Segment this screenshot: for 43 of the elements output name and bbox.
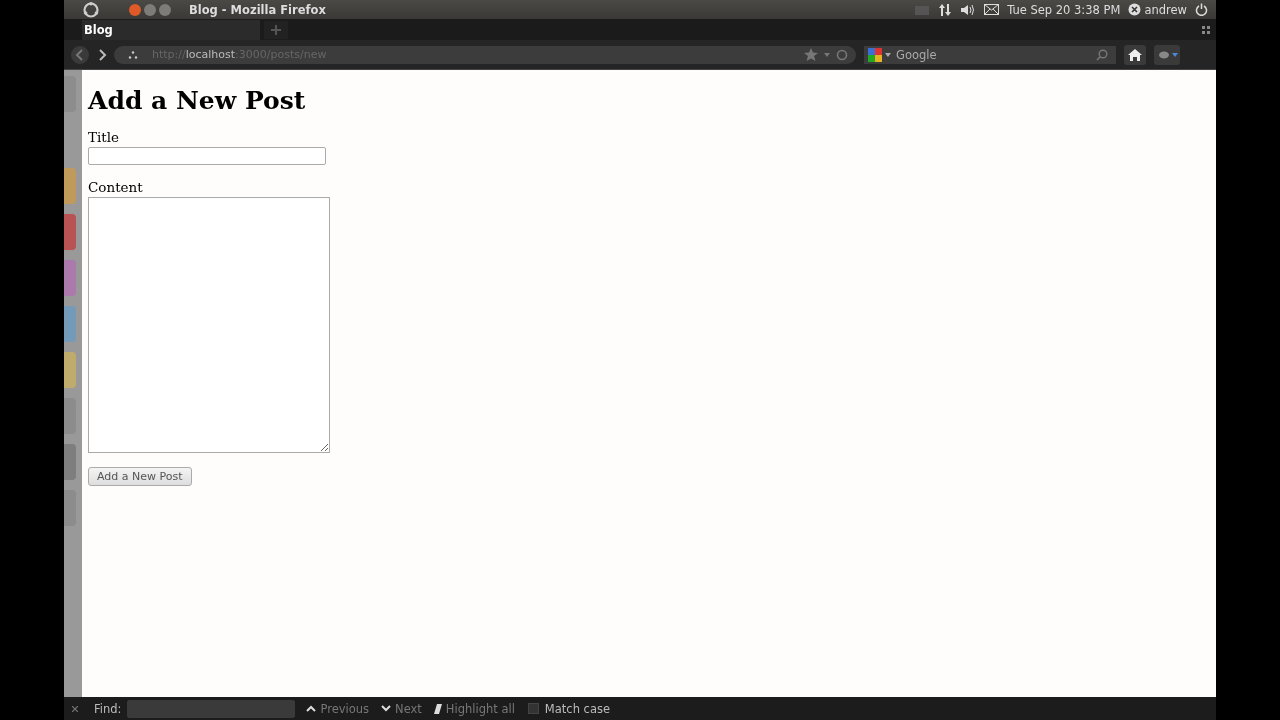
highlighter-icon bbox=[433, 703, 442, 714]
home-button[interactable] bbox=[1124, 44, 1146, 65]
clock[interactable]: Tue Sep 20 3:38 PM bbox=[1007, 2, 1121, 17]
browser-tab[interactable]: Blog bbox=[82, 19, 260, 40]
find-field[interactable] bbox=[127, 699, 296, 718]
bookmark-star-icon[interactable] bbox=[804, 48, 818, 61]
submit-button[interactable]: Add a New Post bbox=[88, 467, 192, 486]
search-engine-icon[interactable] bbox=[868, 47, 882, 62]
dropdown-arrow-icon[interactable] bbox=[824, 52, 830, 57]
search-field[interactable]: Google bbox=[894, 46, 1093, 63]
reload-icon[interactable] bbox=[836, 48, 848, 61]
back-button[interactable] bbox=[70, 44, 90, 65]
addon-button[interactable] bbox=[1154, 44, 1180, 65]
previous-button[interactable]: Previous bbox=[303, 701, 373, 716]
title-input[interactable] bbox=[88, 147, 326, 165]
next-button[interactable]: Next bbox=[378, 701, 425, 716]
dropdown-arrow-icon[interactable] bbox=[885, 52, 891, 57]
tab-list-icon[interactable] bbox=[1202, 25, 1210, 34]
match-case-label[interactable]: Match case bbox=[544, 701, 611, 716]
search-field[interactable]: Google bbox=[864, 45, 1116, 64]
page-heading: Add a New Post bbox=[88, 86, 306, 115]
window-title: Blog - Mozilla Firefox bbox=[189, 2, 326, 17]
search-icon[interactable] bbox=[1096, 48, 1108, 61]
highlight-all-button[interactable]: Highlight all bbox=[430, 701, 518, 716]
find-label: Find: bbox=[94, 701, 122, 716]
site-identity-icon[interactable] bbox=[128, 50, 138, 59]
maximize-button[interactable] bbox=[159, 3, 171, 16]
ubuntu-logo-icon[interactable] bbox=[83, 1, 99, 18]
mail-icon[interactable] bbox=[984, 4, 1000, 15]
network-icon[interactable] bbox=[938, 2, 953, 17]
new-tab-button[interactable] bbox=[264, 20, 288, 39]
close-button[interactable] bbox=[129, 3, 141, 16]
power-icon[interactable] bbox=[1195, 3, 1208, 16]
match-case-checkbox[interactable] bbox=[527, 703, 539, 714]
user-name[interactable]: andrew bbox=[1144, 2, 1187, 17]
volume-icon[interactable] bbox=[960, 2, 977, 17]
field-label: Title bbox=[88, 129, 120, 145]
down-chevron-icon bbox=[381, 705, 392, 712]
field-label: Content bbox=[88, 179, 143, 195]
minimize-button[interactable] bbox=[144, 3, 156, 16]
close-icon[interactable] bbox=[72, 705, 78, 712]
up-chevron-icon bbox=[306, 705, 317, 712]
user-status-icon[interactable] bbox=[1128, 3, 1142, 16]
